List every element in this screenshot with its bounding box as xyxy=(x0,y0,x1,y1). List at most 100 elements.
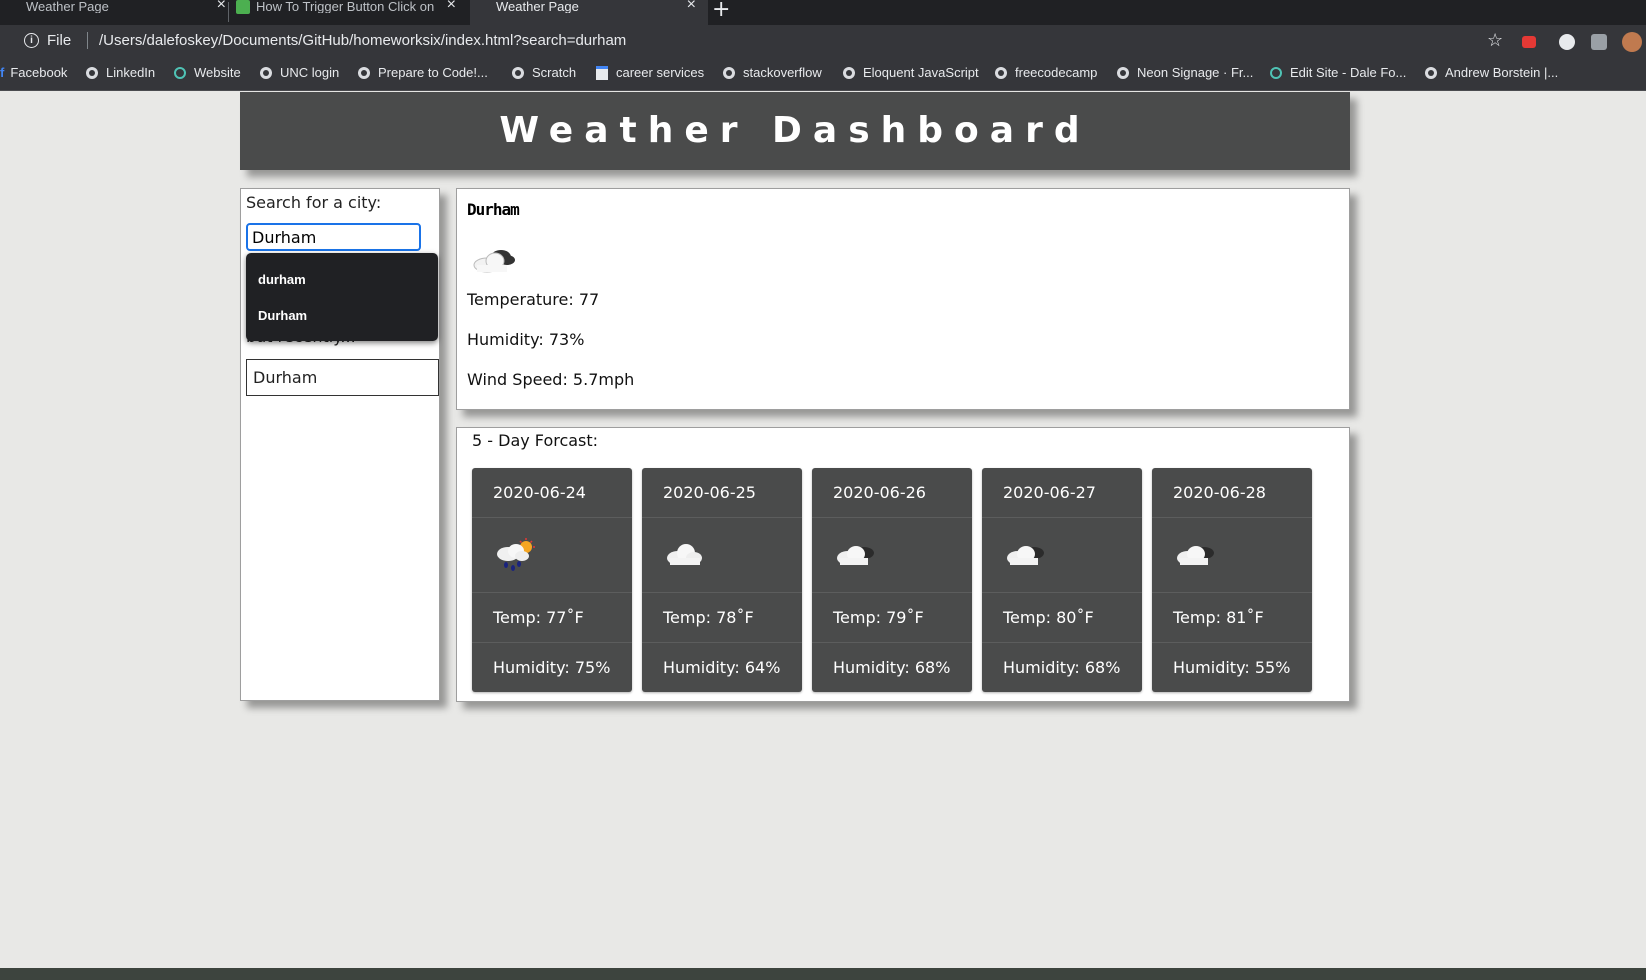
url-text[interactable]: /Users/dalefoskey/Documents/GitHub/homew… xyxy=(99,32,626,49)
current-weather-panel: Durham Temperature: 77 Humidity: 73% Win… xyxy=(456,188,1350,410)
forecast-title: 5 - Day Forcast: xyxy=(472,431,599,450)
globe-icon xyxy=(476,0,490,14)
bookmark-neon-signage[interactable]: Neon Signage · Fr... xyxy=(1117,65,1253,81)
cloud-icon xyxy=(1007,546,1044,565)
bookmark-label: Scratch xyxy=(532,65,577,80)
bookmark-label: career services xyxy=(616,65,705,80)
cloud-icon xyxy=(667,544,702,565)
tab-weather-page-1[interactable]: Weather Page × xyxy=(0,0,238,25)
forecast-humidity: Humidity: 75% xyxy=(493,658,611,677)
omnibox[interactable]: i File /Users/dalefoskey/Documents/GitHu… xyxy=(12,29,1582,53)
bookmark-label: LinkedIn xyxy=(106,65,156,80)
page-header: Weather Dashboard xyxy=(240,92,1350,170)
current-wind-speed: Wind Speed: 5.7mph xyxy=(467,370,635,389)
recent-city-button[interactable]: Durham xyxy=(246,359,439,396)
bookmark-label: freecodecamp xyxy=(1015,65,1098,80)
forecast-icon-cell xyxy=(982,518,1142,593)
forecast-icon-cell xyxy=(642,518,802,593)
forecast-humidity: Humidity: 68% xyxy=(1003,658,1121,677)
tab-weather-page-2[interactable]: Weather Page × xyxy=(470,0,708,25)
bookmark-label: Prepare to Code!... xyxy=(378,65,488,80)
bookmark-edit-site[interactable]: Edit Site - Dale Fo... xyxy=(1270,65,1406,81)
bookmark-label: Edit Site - Dale Fo... xyxy=(1290,65,1407,80)
globe-icon xyxy=(843,67,855,79)
forecast-panel: 5 - Day Forcast: 2020-06-24 Temp: 77˚F H… xyxy=(456,427,1350,702)
close-icon[interactable]: × xyxy=(687,0,696,13)
info-icon[interactable]: i xyxy=(24,33,39,48)
bookmark-website[interactable]: Website xyxy=(174,65,241,81)
browser-toolbar: i File /Users/dalefoskey/Documents/GitHu… xyxy=(0,25,1646,55)
bookmark-label: Facebook xyxy=(10,65,68,80)
extension-circle-icon[interactable] xyxy=(1559,34,1575,50)
tab-title: Weather Page xyxy=(26,0,109,13)
page-icon xyxy=(596,66,608,80)
extension-video-icon[interactable] xyxy=(1522,36,1536,48)
globe-icon xyxy=(260,67,272,79)
bookmark-career-services[interactable]: career services xyxy=(596,65,704,81)
profile-avatar[interactable] xyxy=(1622,32,1642,52)
search-label: Search for a city: xyxy=(246,193,382,212)
globe-icon xyxy=(1117,67,1129,79)
forecast-date: 2020-06-24 xyxy=(472,468,632,518)
bookmark-eloquent-javascript[interactable]: Eloquent JavaScript xyxy=(843,65,979,81)
current-temperature: Temperature: 77 xyxy=(467,290,600,309)
forecast-icon-cell xyxy=(472,518,632,593)
forecast-humidity: Humidity: 68% xyxy=(833,658,951,677)
forecast-temp: Temp: 81˚F xyxy=(1152,593,1312,643)
desktop-background-strip xyxy=(0,968,1646,980)
bookmark-unc-login[interactable]: UNC login xyxy=(260,65,339,81)
bookmark-freecodecamp[interactable]: freecodecamp xyxy=(995,65,1097,81)
forecast-icon-cell xyxy=(812,518,972,593)
tab-title: How To Trigger Button Click on xyxy=(256,0,435,13)
forecast-humidity: Humidity: 55% xyxy=(1173,658,1291,677)
close-icon[interactable]: × xyxy=(217,0,226,13)
forecast-temp: Temp: 80˚F xyxy=(982,593,1142,643)
city-name: Durham xyxy=(467,200,520,219)
facebook-icon: f xyxy=(0,65,5,80)
autocomplete-option[interactable]: durham xyxy=(258,272,306,287)
autocomplete-option[interactable]: Durham xyxy=(258,308,307,323)
new-tab-icon[interactable]: + xyxy=(712,0,730,22)
tab-divider xyxy=(228,2,229,22)
bookmark-facebook[interactable]: f Facebook xyxy=(0,65,67,81)
globe-icon xyxy=(6,0,20,14)
bookmark-label: Andrew Borstein |... xyxy=(1445,65,1559,80)
close-icon[interactable]: × xyxy=(447,0,456,13)
globe-icon xyxy=(86,67,98,79)
extensions-puzzle-icon[interactable] xyxy=(1591,34,1607,50)
page-title: Weather Dashboard xyxy=(499,110,1091,151)
scheme-label: File xyxy=(47,32,72,49)
forecast-temp: Temp: 79˚F xyxy=(812,593,972,643)
cloud-icon xyxy=(1177,546,1214,565)
bookmark-star-icon[interactable]: ☆ xyxy=(1487,30,1503,51)
tab-trigger-button[interactable]: How To Trigger Button Click on × xyxy=(230,0,468,25)
forecast-card: 2020-06-26 Temp: 79˚F Humidity: 68% xyxy=(812,468,972,692)
swirl-icon xyxy=(174,67,186,79)
bookmark-stackoverflow[interactable]: stackoverflow xyxy=(723,65,822,81)
tab-title: Weather Page xyxy=(496,0,579,13)
forecast-card: 2020-06-24 Temp: 77˚F Humidity: 75% xyxy=(472,468,632,692)
autocomplete-dropdown: durham Durham xyxy=(246,253,438,341)
globe-icon xyxy=(723,67,735,79)
bookmark-andrew-borstein[interactable]: Andrew Borstein |... xyxy=(1425,65,1558,81)
forecast-date: 2020-06-27 xyxy=(982,468,1142,518)
bookmark-scratch[interactable]: Scratch xyxy=(512,65,576,81)
bookmark-linkedin[interactable]: LinkedIn xyxy=(86,65,155,81)
forecast-date: 2020-06-28 xyxy=(1152,468,1312,518)
globe-icon xyxy=(1425,67,1437,79)
omnibox-divider xyxy=(87,32,88,49)
tab-strip: Weather Page × How To Trigger Button Cli… xyxy=(0,0,1646,25)
rain-sun-icon xyxy=(497,538,535,571)
city-search-input[interactable] xyxy=(246,223,421,251)
bookmark-prepare-to-code[interactable]: Prepare to Code!... xyxy=(358,65,488,81)
bookmark-label: stackoverflow xyxy=(743,65,822,80)
forecast-temp: Temp: 77˚F xyxy=(472,593,632,643)
forecast-temp: Temp: 78˚F xyxy=(642,593,802,643)
bookmark-label: UNC login xyxy=(280,65,340,80)
cloud-icon xyxy=(837,546,874,565)
globe-icon xyxy=(358,67,370,79)
forecast-card: 2020-06-27 Temp: 80˚F Humidity: 68% xyxy=(982,468,1142,692)
swirl-icon xyxy=(1270,67,1282,79)
forecast-icon-cell xyxy=(1152,518,1312,593)
cloud-icon xyxy=(473,250,515,273)
